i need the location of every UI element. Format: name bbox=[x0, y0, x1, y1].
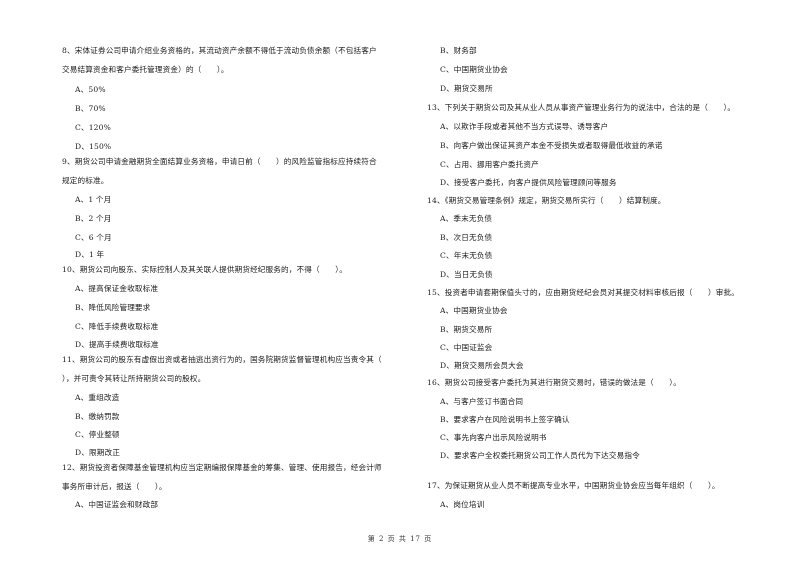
question-12-option-b: B、财务部 bbox=[440, 46, 477, 55]
question-9-option-c: C、6 个月 bbox=[75, 233, 112, 242]
question-15-option-b: B、期货交易所 bbox=[440, 325, 493, 334]
question-13-text: 13、下列关于期货公司及其从业人员从事资产管理业务行为的说法中，合法的是（ ）。 bbox=[427, 103, 736, 112]
question-9-option-d: D、1 年 bbox=[75, 250, 105, 259]
question-10-text: 10、期货公司向股东、实际控制人及其关联人提供期货经纪服务的，不得（ ）。 bbox=[62, 265, 347, 274]
question-16-option-a: A、与客户签订书面合同 bbox=[440, 397, 524, 406]
question-12-option-d: D、期货交易所 bbox=[440, 84, 493, 93]
question-8-option-a: A、50% bbox=[75, 85, 106, 94]
question-9-option-a: A、1 个月 bbox=[75, 195, 112, 204]
question-16-option-c: C、事先向客户出示风险说明书 bbox=[440, 433, 547, 442]
page-number-footer: 第 2 页 共 17 页 bbox=[367, 535, 433, 543]
question-17-option-a: A、岗位培训 bbox=[440, 500, 485, 509]
question-13-option-c: C、占用、挪用客户委托资产 bbox=[440, 160, 539, 169]
question-16-option-b: B、要求客户在风险说明书上签字确认 bbox=[440, 415, 570, 424]
question-8-text-cont: 交易结算资金和客户委托管理资金）的（ ）。 bbox=[62, 65, 229, 74]
question-14-option-a: A、季末无负债 bbox=[440, 214, 493, 223]
question-11-text: 11、期货公司的股东有虚假出资或者抽逃出资行为的，国务院期货监督管理机构应当责令… bbox=[62, 355, 382, 364]
question-15-option-c: C、中国证监会 bbox=[440, 343, 493, 352]
question-8-text: 8、宋体证券公司申请介绍业务资格的，其流动资产余额不得低于流动负债余额（不包括客… bbox=[62, 46, 377, 55]
question-8-option-c: C、120% bbox=[75, 123, 112, 132]
question-9-text: 9、期货公司申请金融期货全面结算业务资格，申请日前（ ）的风险监管指标应持续符合 bbox=[62, 157, 377, 166]
question-16-option-d: D、要求客户全权委托期货公司工作人员代为下达交易指令 bbox=[440, 451, 640, 460]
question-14-option-c: C、年末无负债 bbox=[440, 251, 493, 260]
question-16-text: 16、期货公司接受客户委托为其进行期货交易时，错误的做法是（ ）。 bbox=[427, 378, 681, 387]
question-15-option-a: A、中国期货业协会 bbox=[440, 306, 508, 315]
question-10-option-b: B、降低风险管理要求 bbox=[75, 303, 151, 312]
question-11-text-cont: ），并可责令其转让所持期货公司的股权。 bbox=[62, 374, 206, 383]
question-17-text: 17、为保证期货从业人员不断提高专业水平，中国期货业协会应当每年组织（ ）。 bbox=[427, 481, 720, 490]
question-13-option-b: B、向客户做出保证其资产本金不受损失或者取得最低收益的承诺 bbox=[440, 141, 663, 150]
question-9-text-cont: 规定的标准。 bbox=[62, 176, 109, 185]
question-15-option-d: D、期货交易所会员大会 bbox=[440, 361, 524, 370]
question-12-option-c: C、中国期货业协会 bbox=[440, 65, 508, 74]
question-9-option-b: B、2 个月 bbox=[75, 214, 112, 223]
question-11-option-c: C、停业整顿 bbox=[75, 430, 120, 439]
question-11-option-b: B、缴纳罚款 bbox=[75, 412, 120, 421]
question-12-text-cont: 事务所审计后，报送（ ）。 bbox=[62, 482, 167, 491]
question-14-option-b: B、次日无负债 bbox=[440, 233, 493, 242]
question-13-option-d: D、接受客户委托，向客户提供风险管理顾问等服务 bbox=[440, 178, 617, 187]
question-11-option-d: D、限期改正 bbox=[75, 448, 120, 457]
question-8-option-b: B、70% bbox=[75, 104, 106, 113]
question-8-option-d: D、150% bbox=[75, 142, 112, 151]
question-12-option-a: A、中国证监会和财政部 bbox=[75, 500, 159, 509]
question-10-option-d: D、提高手续费收取标准 bbox=[75, 340, 159, 349]
question-13-option-a: A、以欺诈手段或者其他不当方式误导、诱导客户 bbox=[440, 122, 609, 131]
question-14-text: 14、《期货交易管理条例》规定，期货交易所实行（ ）结算制度。 bbox=[427, 196, 666, 205]
question-12-text: 12、期货投资者保障基金管理机构应当定期编报保障基金的筹集、管理、使用报告，经会… bbox=[62, 463, 382, 472]
question-14-option-d: D、当日无负债 bbox=[440, 270, 493, 279]
question-11-option-a: A、重组改造 bbox=[75, 393, 120, 402]
question-15-text: 15、投资者申请套期保值头寸的，应由期货经纪会员对其提交材料审核后报（ ）审批。 bbox=[427, 288, 739, 297]
question-10-option-a: A、提高保证金收取标准 bbox=[75, 284, 159, 293]
question-10-option-c: C、降低手续费收取标准 bbox=[75, 322, 159, 331]
